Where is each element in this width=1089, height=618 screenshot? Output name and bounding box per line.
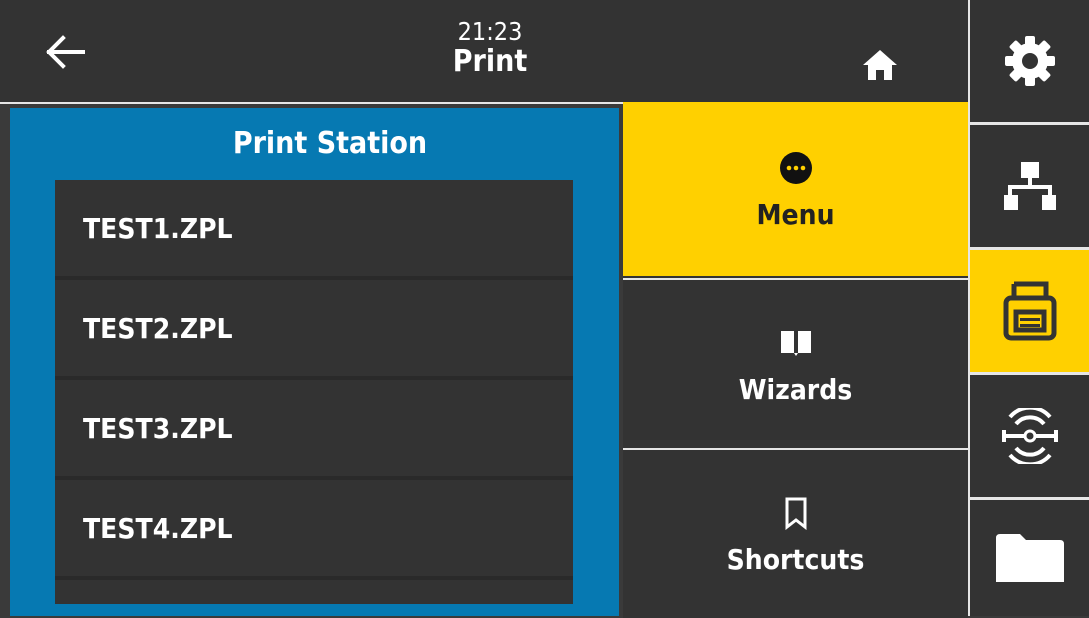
printer-icon [1003, 281, 1056, 341]
shortcuts-button[interactable]: Shortcuts [623, 448, 968, 618]
print-station-title: Print Station [232, 126, 428, 161]
arrow-left-icon [46, 35, 85, 69]
page-title: Print [452, 44, 528, 79]
file-item[interactable]: TEST2.ZPL [55, 280, 573, 380]
top-bar: 21:23 Print [0, 0, 968, 104]
sidebar [968, 0, 1089, 616]
sidebar-item-network[interactable] [968, 125, 1089, 247]
sidebar-item-settings[interactable] [968, 0, 1089, 122]
action-panel: Menu Wizards Shortcuts [623, 102, 968, 618]
home-icon [863, 50, 897, 80]
shortcuts-label: Shortcuts [726, 542, 865, 576]
sidebar-divider [968, 122, 1089, 125]
sidebar-divider [968, 247, 1089, 250]
menu-label: Menu [756, 197, 835, 231]
back-button[interactable] [30, 22, 100, 82]
header-title-block: 21:23 Print [390, 18, 590, 79]
book-icon [780, 330, 811, 356]
print-station-panel: Print Station TEST1.ZPL TEST2.ZPL TEST3.… [10, 108, 619, 616]
file-item[interactable]: TEST4.ZPL [55, 480, 573, 580]
sidebar-item-files[interactable] [968, 500, 1089, 616]
bookmark-icon [785, 497, 806, 530]
dots-menu-icon [779, 151, 812, 184]
folder-icon [995, 534, 1064, 582]
file-list[interactable]: TEST1.ZPL TEST2.ZPL TEST3.ZPL TEST4.ZPL [55, 180, 573, 604]
rfid-icon [1001, 408, 1058, 464]
clock: 21:23 [457, 17, 523, 46]
network-icon [1003, 162, 1056, 210]
sidebar-item-rfid[interactable] [968, 375, 1089, 497]
sidebar-divider [968, 372, 1089, 375]
menu-button[interactable]: Menu [623, 102, 968, 276]
home-button[interactable] [850, 40, 910, 90]
wizards-label: Wizards [738, 372, 853, 406]
sidebar-divider [968, 497, 1089, 500]
file-item[interactable]: TEST1.ZPL [55, 180, 573, 280]
sidebar-item-print[interactable] [968, 250, 1089, 372]
wizards-button[interactable]: Wizards [623, 278, 968, 448]
gear-icon [1004, 36, 1055, 86]
file-item[interactable]: TEST3.ZPL [55, 380, 573, 480]
